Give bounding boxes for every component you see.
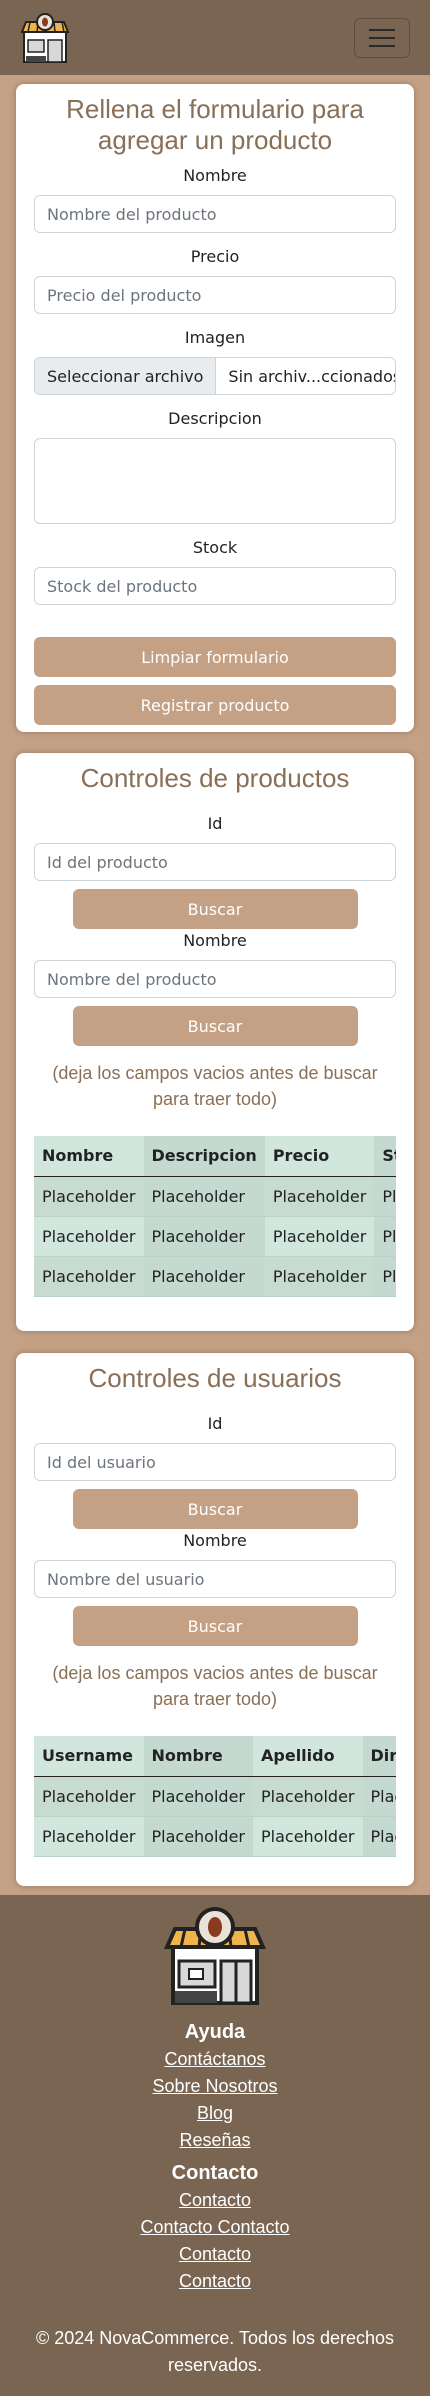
footer: Ayuda Contáctanos Sobre Nosotros Blog Re… <box>0 1895 430 2396</box>
user-search-name-input[interactable]: Nombre del usuario <box>34 1560 396 1598</box>
table-cell: Placeholder <box>143 1216 265 1257</box>
footer-link-contact-us[interactable]: Contáctanos <box>0 2046 430 2073</box>
table-header: Direccion <box>362 1736 396 1777</box>
user-search-name-label: Nombre <box>183 1531 247 1550</box>
register-product-button[interactable]: Registrar producto <box>34 685 396 725</box>
table-cell: Placeholder <box>374 1256 396 1297</box>
table-cell: Placeholder <box>362 1816 396 1857</box>
footer-link-about-us[interactable]: Sobre Nosotros <box>0 2073 430 2100</box>
file-status-text: Sin archiv...ccionados <box>228 366 396 386</box>
table-row: Placeholder Placeholder Placeholder Plac… <box>34 1216 396 1257</box>
select-file-button[interactable]: Seleccionar archivo <box>35 358 217 394</box>
user-id-input[interactable]: Id del usuario <box>34 1443 396 1481</box>
table-cell: Placeholder <box>143 1256 265 1297</box>
user-id-label: Id <box>207 1414 223 1433</box>
table-cell: Placeholder <box>34 1256 144 1297</box>
table-cell: Placeholder <box>143 1816 253 1857</box>
copyright-text: © 2024 NovaCommerce. Todos los derechos … <box>35 2328 395 2375</box>
footer-link-reviews[interactable]: Reseñas <box>0 2127 430 2154</box>
search-user-name-button[interactable]: Buscar <box>72 1606 358 1646</box>
table-cell: Placeholder <box>253 1816 363 1857</box>
store-coffee-logo-icon[interactable] <box>20 12 70 64</box>
product-search-hint: (deja los campos vacios antes de buscar … <box>52 1063 378 1109</box>
search-product-id-button[interactable]: Buscar <box>72 889 358 929</box>
hamburger-menu-icon <box>369 28 395 31</box>
table-row: Placeholder Placeholder Placeholder Plac… <box>34 1176 396 1217</box>
product-form-title: Rellena el formulario para agregar un pr… <box>66 94 364 155</box>
table-row: Placeholder Placeholder Placeholder Plac… <box>34 1256 396 1297</box>
user-search-hint: (deja los campos vacios antes de buscar … <box>52 1663 378 1709</box>
product-price-label: Precio <box>190 247 240 266</box>
help-heading: Ayuda <box>184 2021 246 2043</box>
table-cell: Placeholder <box>264 1256 375 1297</box>
table-cell: Placeholder <box>253 1776 363 1817</box>
product-stock-input[interactable]: Stock del producto <box>34 567 396 605</box>
product-table-scroll[interactable]: Nombre Descripcion Precio Stock Placehol… <box>34 1136 396 1297</box>
footer-link-contact[interactable]: Contacto <box>0 2241 430 2268</box>
search-user-id-button[interactable]: Buscar <box>72 1489 358 1529</box>
table-header: Precio <box>264 1136 375 1177</box>
user-controls-card: Controles de usuarios Id Id del usuario … <box>16 1353 414 1886</box>
navbar <box>0 0 430 75</box>
clear-form-button[interactable]: Limpiar formulario <box>34 637 396 677</box>
table-cell: Placeholder <box>34 1216 144 1257</box>
footer-link-contact[interactable]: Contacto <box>0 2187 430 2214</box>
contact-heading: Contacto <box>171 2162 259 2184</box>
footer-link-contact[interactable]: Contacto Contacto <box>0 2214 430 2241</box>
table-row: Placeholder Placeholder Placeholder Plac… <box>34 1816 396 1857</box>
product-description-label: Descripcion <box>168 409 262 428</box>
product-price-input[interactable]: Precio del producto <box>34 276 396 314</box>
table-header: Nombre <box>143 1736 253 1777</box>
product-id-input[interactable]: Id del producto <box>34 843 396 881</box>
product-description-textarea[interactable] <box>34 438 396 524</box>
user-table: Username Nombre Apellido Direccion Place… <box>34 1736 396 1857</box>
table-cell: Placeholder <box>264 1176 375 1217</box>
product-controls-card: Controles de productos Id Id del product… <box>16 753 414 1331</box>
product-table: Nombre Descripcion Precio Stock Placehol… <box>34 1136 396 1297</box>
table-header: Nombre <box>34 1136 144 1177</box>
table-cell: Placeholder <box>143 1776 253 1817</box>
table-cell: Placeholder <box>264 1216 375 1257</box>
product-name-label: Nombre <box>183 166 247 185</box>
product-form-card: Rellena el formulario para agregar un pr… <box>16 84 414 732</box>
table-header: Stock <box>374 1136 396 1177</box>
table-header: Descripcion <box>143 1136 265 1177</box>
product-stock-label: Stock <box>192 538 238 557</box>
table-header-row: Username Nombre Apellido Direccion <box>34 1736 396 1777</box>
table-cell: Placeholder <box>34 1176 144 1217</box>
table-row: Placeholder Placeholder Placeholder Plac… <box>34 1776 396 1817</box>
product-id-label: Id <box>207 814 223 833</box>
user-table-scroll[interactable]: Username Nombre Apellido Direccion Place… <box>34 1736 396 1857</box>
table-cell: Placeholder <box>362 1776 396 1817</box>
search-product-name-button[interactable]: Buscar <box>72 1006 358 1046</box>
table-cell: Placeholder <box>143 1176 265 1217</box>
store-coffee-logo-icon <box>163 1907 267 2005</box>
table-cell: Placeholder <box>374 1216 396 1257</box>
product-name-input[interactable]: Nombre del producto <box>34 195 396 233</box>
product-search-name-input[interactable]: Nombre del producto <box>34 960 396 998</box>
product-image-file-input[interactable]: Seleccionar archivo Sin archiv...ccionad… <box>34 357 396 395</box>
menu-toggle-button[interactable] <box>354 17 410 58</box>
user-controls-title: Controles de usuarios <box>88 1363 342 1393</box>
table-cell: Placeholder <box>374 1176 396 1217</box>
table-cell: Placeholder <box>34 1776 144 1817</box>
product-controls-title: Controles de productos <box>80 763 350 793</box>
product-search-name-label: Nombre <box>183 931 247 950</box>
table-header: Username <box>34 1736 144 1777</box>
footer-link-blog[interactable]: Blog <box>0 2100 430 2127</box>
table-header: Apellido <box>253 1736 363 1777</box>
table-header-row: Nombre Descripcion Precio Stock <box>34 1136 396 1177</box>
footer-link-contact[interactable]: Contacto <box>0 2268 430 2295</box>
product-image-label: Imagen <box>184 328 246 347</box>
table-cell: Placeholder <box>34 1816 144 1857</box>
